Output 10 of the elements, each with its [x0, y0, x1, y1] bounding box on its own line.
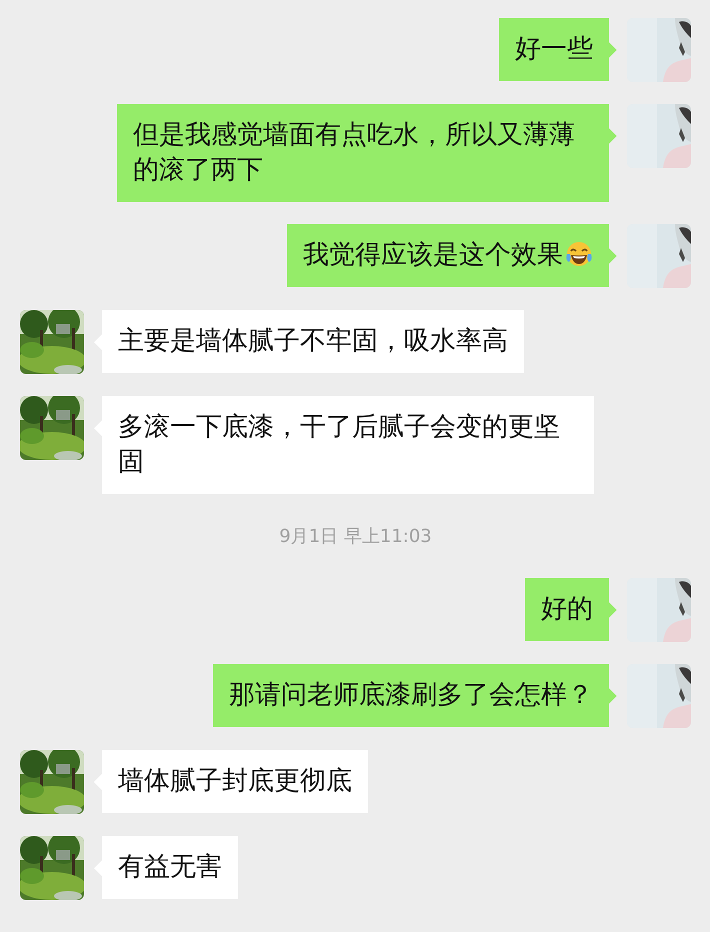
- message-bubble: 多滚一下底漆，干了后腻子会变的更坚固: [94, 396, 594, 494]
- message-bubble: 主要是墙体腻子不牢固，吸水率高: [94, 310, 524, 373]
- message-bubble: 好一些: [499, 18, 617, 81]
- message-bubble: 好的: [525, 578, 617, 641]
- message-bubble: 墙体腻子封底更彻底: [94, 750, 368, 813]
- message-bubble: 我觉得应该是这个效果: [287, 224, 617, 287]
- message-bubble: 那请问老师底漆刷多了会怎样？: [213, 664, 617, 727]
- message-bubble: 但是我感觉墙面有点吃水，所以又薄薄的滚了两下: [117, 104, 617, 202]
- message-bubble: 有益无害: [94, 836, 238, 899]
- timestamp: 9月1日 早上11:03: [279, 525, 432, 548]
